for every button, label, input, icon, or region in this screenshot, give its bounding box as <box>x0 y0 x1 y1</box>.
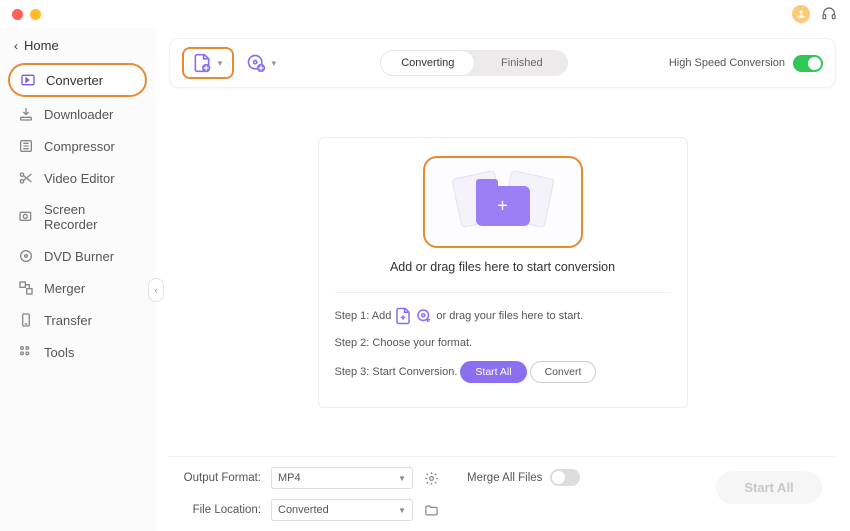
chevron-left-icon: ‹ <box>14 39 18 53</box>
sidebar-item-label: DVD Burner <box>44 249 114 264</box>
scissors-icon <box>18 170 34 186</box>
sidebar-item-screen-recorder[interactable]: Screen Recorder <box>8 195 147 239</box>
merger-icon <box>18 280 34 296</box>
step-2: Step 2: Choose your format. <box>335 337 671 349</box>
disc-plus-icon <box>415 307 433 325</box>
file-plus-icon <box>192 53 212 73</box>
compressor-icon <box>18 138 34 154</box>
user-icon <box>796 9 806 19</box>
drop-card: + Add or drag files here to start conver… <box>318 137 688 408</box>
folder-illustration: + <box>462 174 544 230</box>
tab-converting[interactable]: Converting <box>380 50 475 76</box>
step-3: Step 3: Start Conversion. Start All Conv… <box>335 361 671 383</box>
sidebar-item-label: Video Editor <box>44 171 115 186</box>
output-format-value: MP4 <box>278 472 301 484</box>
transfer-icon <box>18 312 34 328</box>
disc-plus-icon <box>246 53 266 73</box>
high-speed-label: High Speed Conversion <box>669 57 785 69</box>
file-location-label: File Location: <box>183 504 261 516</box>
sidebar-item-converter[interactable]: Converter <box>8 63 147 97</box>
file-location-value: Converted <box>278 504 329 516</box>
add-file-button[interactable]: ▼ <box>182 47 234 79</box>
back-button[interactable]: ‹ Home <box>8 34 147 63</box>
plus-icon: + <box>497 195 508 216</box>
drop-zone[interactable]: + <box>423 156 583 248</box>
window-close-button[interactable] <box>12 9 23 20</box>
sidebar-item-compressor[interactable]: Compressor <box>8 131 147 161</box>
add-disc-button[interactable]: ▼ <box>244 51 280 75</box>
disc-icon <box>18 248 34 264</box>
convert-example-button[interactable]: Convert <box>530 361 597 383</box>
output-format-select[interactable]: MP4 ▼ <box>271 467 413 489</box>
window-minimize-button[interactable] <box>30 9 41 20</box>
headset-icon <box>821 6 837 22</box>
sidebar-item-label: Tools <box>44 345 74 360</box>
high-speed-toggle[interactable] <box>793 55 823 72</box>
sidebar-item-label: Compressor <box>44 139 115 154</box>
sidebar-item-downloader[interactable]: Downloader <box>8 99 147 129</box>
support-button[interactable] <box>820 5 838 23</box>
file-plus-icon <box>394 307 412 325</box>
tools-icon <box>18 344 34 360</box>
tab-label: Converting <box>401 57 454 69</box>
sidebar-item-tools[interactable]: Tools <box>8 337 147 367</box>
step-1: Step 1: Add or drag your files here to s… <box>335 307 671 325</box>
chevron-left-icon: ‹ <box>155 285 158 295</box>
drop-text: Add or drag files here to start conversi… <box>335 260 671 274</box>
tab-finished[interactable]: Finished <box>475 50 568 76</box>
output-format-label: Output Format: <box>183 472 261 484</box>
tab-label: Finished <box>501 57 543 69</box>
tab-segmented-control: Converting Finished <box>380 50 568 76</box>
sidebar-item-label: Downloader <box>44 107 113 122</box>
open-folder-button[interactable] <box>423 502 439 518</box>
converter-icon <box>20 72 36 88</box>
sidebar-item-label: Screen Recorder <box>44 202 137 232</box>
chevron-down-icon: ▼ <box>398 474 406 483</box>
settings-icon[interactable] <box>423 470 439 486</box>
chevron-down-icon: ▼ <box>398 506 406 515</box>
start-all-example-button[interactable]: Start All <box>460 361 526 383</box>
merge-all-label: Merge All Files <box>467 472 542 484</box>
sidebar-item-label: Transfer <box>44 313 92 328</box>
sidebar-item-merger[interactable]: Merger <box>8 273 147 303</box>
sidebar-item-transfer[interactable]: Transfer <box>8 305 147 335</box>
sidebar-item-video-editor[interactable]: Video Editor <box>8 163 147 193</box>
screen-recorder-icon <box>18 209 34 225</box>
sidebar-item-dvd-burner[interactable]: DVD Burner <box>8 241 147 271</box>
download-icon <box>18 106 34 122</box>
user-avatar[interactable] <box>792 5 810 23</box>
sidebar-item-label: Merger <box>44 281 85 296</box>
chevron-down-icon: ▼ <box>216 59 224 68</box>
sidebar-item-label: Converter <box>46 73 103 88</box>
start-all-button[interactable]: Start All <box>716 471 822 504</box>
sidebar-collapse-button[interactable]: ‹ <box>148 278 164 302</box>
merge-all-toggle[interactable] <box>550 469 580 486</box>
file-location-select[interactable]: Converted ▼ <box>271 499 413 521</box>
chevron-down-icon: ▼ <box>270 59 278 68</box>
back-label: Home <box>24 38 59 53</box>
